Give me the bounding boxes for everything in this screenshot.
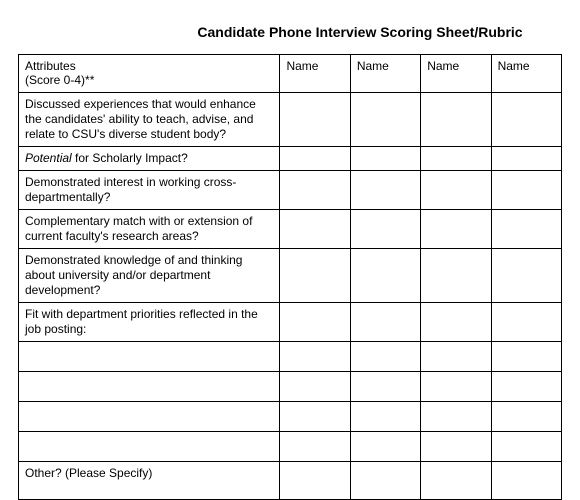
score-cell: [491, 432, 561, 462]
score-cell: [280, 303, 350, 342]
score-cell: [280, 210, 350, 249]
score-cell: [350, 249, 420, 303]
attr-rest: for Scholarly Impact?: [72, 151, 188, 165]
table-row: Other? (Please Specify): [19, 462, 562, 500]
score-cell: [421, 171, 491, 210]
table-row: Potential for Scholarly Impact?: [19, 147, 562, 171]
score-cell: [491, 171, 561, 210]
score-cell: [280, 171, 350, 210]
attribute-cell: [19, 372, 280, 402]
score-cell: [350, 432, 420, 462]
attribute-cell: Other? (Please Specify): [19, 462, 280, 500]
attribute-cell: Fit with department priorities reflected…: [19, 303, 280, 342]
score-cell: [280, 147, 350, 171]
table-row: [19, 342, 562, 372]
score-cell: [491, 462, 561, 500]
attribute-cell: Demonstrated interest in working cross-d…: [19, 171, 280, 210]
attributes-header: Attributes (Score 0-4)**: [19, 55, 280, 93]
score-cell: [350, 303, 420, 342]
score-cell: [421, 210, 491, 249]
score-cell: [280, 462, 350, 500]
score-cell: [280, 402, 350, 432]
score-cell: [350, 171, 420, 210]
score-cell: [421, 402, 491, 432]
score-cell: [421, 249, 491, 303]
attributes-header-line1: Attributes: [25, 59, 76, 73]
attr-italic-prefix: Potential: [25, 151, 72, 165]
table-row: Demonstrated knowledge of and thinking a…: [19, 249, 562, 303]
table-row: Demonstrated interest in working cross-d…: [19, 171, 562, 210]
score-cell: [350, 462, 420, 500]
name-header-2: Name: [350, 55, 420, 93]
attribute-cell: [19, 402, 280, 432]
score-cell: [350, 402, 420, 432]
table-row: [19, 372, 562, 402]
table-row: [19, 402, 562, 432]
name-header-1: Name: [280, 55, 350, 93]
attribute-cell: [19, 342, 280, 372]
score-cell: [491, 372, 561, 402]
score-cell: [421, 147, 491, 171]
attribute-cell: Discussed experiences that would enhance…: [19, 93, 280, 147]
attribute-cell: [19, 432, 280, 462]
score-cell: [491, 303, 561, 342]
attribute-cell: Demonstrated knowledge of and thinking a…: [19, 249, 280, 303]
score-cell: [491, 93, 561, 147]
score-cell: [350, 372, 420, 402]
name-header-4: Name: [491, 55, 561, 93]
score-cell: [491, 249, 561, 303]
score-cell: [491, 210, 561, 249]
score-cell: [280, 372, 350, 402]
table-row: [19, 432, 562, 462]
score-cell: [421, 342, 491, 372]
attributes-header-line2: (Score 0-4)**: [25, 73, 94, 87]
score-cell: [280, 93, 350, 147]
score-cell: [280, 342, 350, 372]
rubric-table: Attributes (Score 0-4)** Name Name Name …: [18, 54, 562, 500]
score-cell: [491, 147, 561, 171]
score-cell: [350, 147, 420, 171]
score-cell: [350, 93, 420, 147]
table-row: Fit with department priorities reflected…: [19, 303, 562, 342]
score-cell: [421, 462, 491, 500]
attribute-cell: Complementary match with or extension of…: [19, 210, 280, 249]
score-cell: [491, 402, 561, 432]
score-cell: [491, 342, 561, 372]
page-title: Candidate Phone Interview Scoring Sheet/…: [158, 18, 562, 54]
score-cell: [421, 303, 491, 342]
name-header-3: Name: [421, 55, 491, 93]
score-cell: [350, 342, 420, 372]
table-header-row: Attributes (Score 0-4)** Name Name Name …: [19, 55, 562, 93]
score-cell: [421, 93, 491, 147]
table-row: Complementary match with or extension of…: [19, 210, 562, 249]
score-cell: [280, 432, 350, 462]
table-row: Discussed experiences that would enhance…: [19, 93, 562, 147]
score-cell: [280, 249, 350, 303]
score-cell: [421, 372, 491, 402]
attribute-cell: Potential for Scholarly Impact?: [19, 147, 280, 171]
score-cell: [421, 432, 491, 462]
score-cell: [350, 210, 420, 249]
